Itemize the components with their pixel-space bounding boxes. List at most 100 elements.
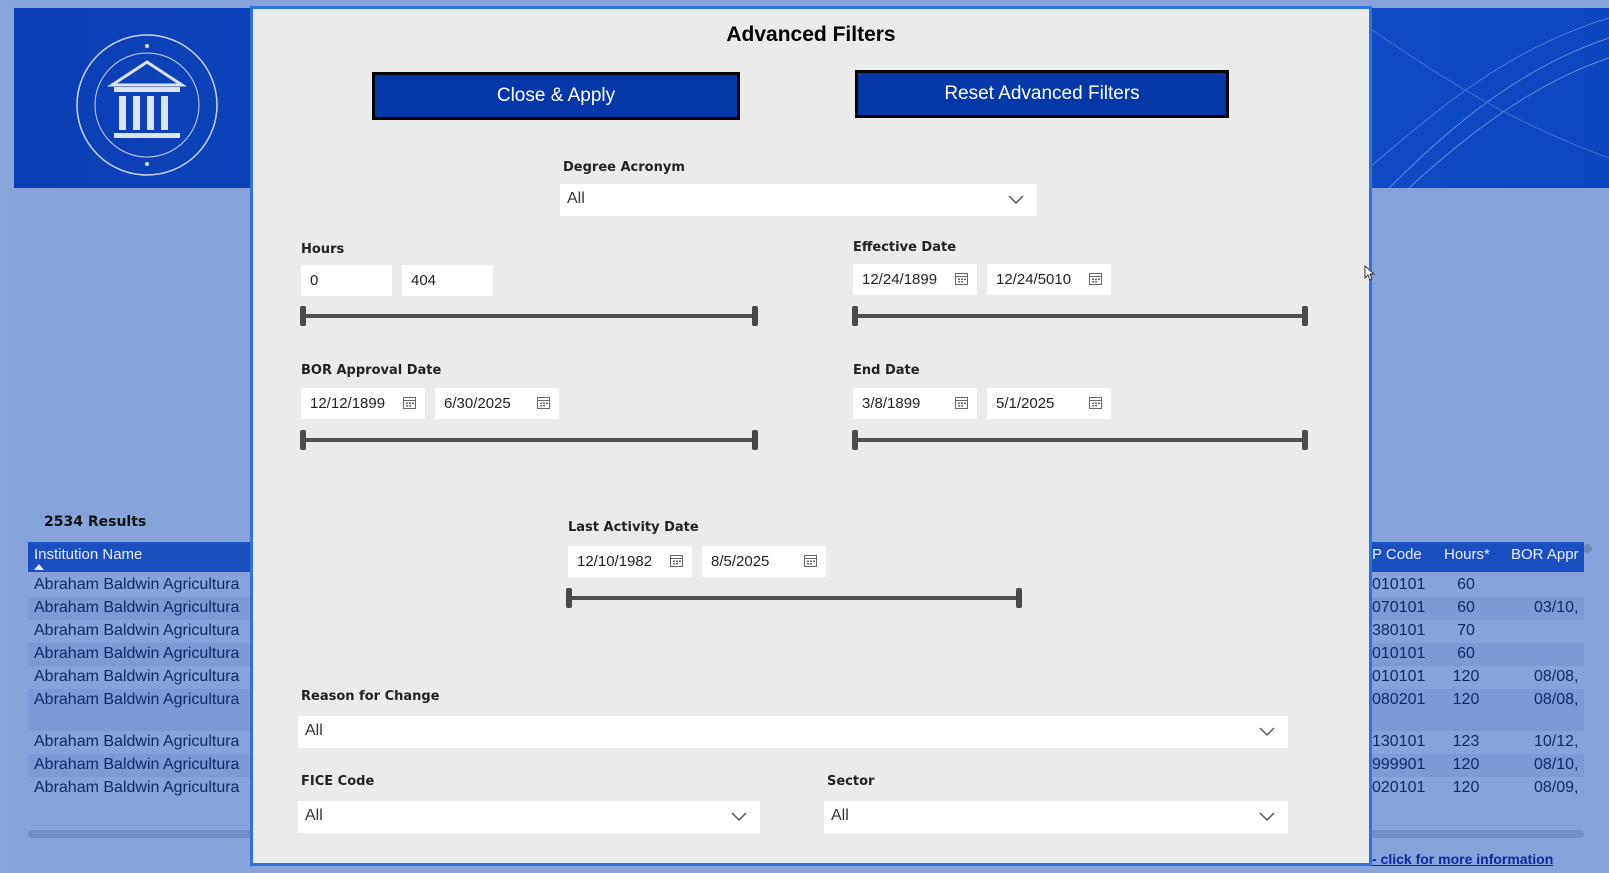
cell-institution: Abraham Baldwin Agricultura [34, 779, 240, 796]
end-date-label: End Date [853, 363, 920, 378]
hours-max-input[interactable]: 404 [402, 265, 493, 296]
end-date-end-input[interactable]: 5/1/2025 [987, 388, 1111, 419]
fice-code-label: FICE Code [301, 774, 375, 789]
banner-decoration [1369, 17, 1609, 188]
last-activity-end-input[interactable]: 8/5/2025 [702, 546, 826, 577]
cell-cip: 010101 [1372, 576, 1426, 593]
cell-institution: Abraham Baldwin Agricultura [34, 622, 240, 639]
cell-hours: 60 [1457, 599, 1475, 616]
slider-min-handle[interactable] [300, 306, 306, 326]
end-date-start-input[interactable]: 3/8/1899 [853, 388, 977, 419]
column-header-bor[interactable]: BOR Appr [1511, 546, 1579, 563]
cell-institution: Abraham Baldwin Agricultura [34, 668, 240, 685]
calendar-icon[interactable] [955, 396, 968, 409]
last-activity-start-input[interactable]: 12/10/1982 [568, 546, 692, 577]
bor-approval-end-input[interactable]: 6/30/2025 [435, 388, 559, 419]
advanced-filters-dialog: Advanced Filters Close & Apply Reset Adv… [250, 6, 1372, 866]
seal-logo-icon [76, 34, 218, 176]
more-info-link[interactable]: - click for more information [1372, 851, 1553, 867]
cell-cip: 020101 [1372, 779, 1426, 796]
cell-hours: 70 [1457, 622, 1475, 639]
date-value: 12/24/1899 [862, 271, 938, 288]
chevron-down-icon [1259, 812, 1275, 822]
cell-cip: 380101 [1372, 622, 1426, 639]
calendar-icon[interactable] [403, 396, 416, 409]
calendar-icon[interactable] [955, 272, 968, 285]
slider-max-handle[interactable] [752, 430, 758, 450]
cell-institution: Abraham Baldwin Agricultura [34, 691, 240, 708]
cell-bor: 10/12, [1534, 733, 1579, 750]
cell-hours: 120 [1452, 779, 1480, 796]
cell-hours: 120 [1452, 668, 1480, 685]
effective-date-range-slider[interactable] [852, 306, 1308, 326]
calendar-icon[interactable] [1089, 272, 1102, 285]
cell-hours: 120 [1452, 756, 1480, 773]
chevron-down-icon [1259, 727, 1275, 737]
end-date-range-slider[interactable] [852, 430, 1308, 450]
column-header-cip[interactable]: P Code [1372, 546, 1422, 563]
chevron-down-icon [731, 812, 747, 822]
cell-institution: Abraham Baldwin Agricultura [34, 645, 240, 662]
sort-ascending-icon [34, 564, 44, 570]
effective-date-end-input[interactable]: 12/24/5010 [987, 264, 1111, 295]
slider-max-handle[interactable] [1302, 430, 1308, 450]
calendar-icon[interactable] [537, 396, 550, 409]
slider-track [567, 596, 1021, 600]
sector-dropdown[interactable]: All [824, 801, 1288, 833]
results-count: 2534 Results [44, 514, 147, 530]
cell-hours: 120 [1452, 691, 1480, 708]
slider-min-handle[interactable] [566, 588, 572, 608]
slider-min-handle[interactable] [852, 306, 858, 326]
sector-label: Sector [827, 774, 875, 789]
calendar-icon[interactable] [804, 554, 817, 567]
last-activity-range-slider[interactable] [566, 588, 1022, 608]
dropdown-value: All [305, 807, 323, 824]
cell-institution: Abraham Baldwin Agricultura [34, 756, 240, 773]
slider-min-handle[interactable] [300, 430, 306, 450]
cell-institution: Abraham Baldwin Agricultura [34, 576, 240, 593]
cell-bor: 08/10, [1534, 756, 1579, 773]
hours-min-value: 0 [310, 272, 319, 289]
cell-institution: Abraham Baldwin Agricultura [34, 733, 240, 750]
hours-min-input[interactable]: 0 [301, 265, 392, 296]
slider-track [853, 314, 1307, 318]
degree-acronym-label: Degree Acronym [563, 160, 685, 175]
slider-max-handle[interactable] [752, 306, 758, 326]
hours-range-slider[interactable] [300, 306, 758, 326]
slider-track [853, 438, 1307, 442]
cell-hours: 123 [1452, 733, 1480, 750]
cell-hours: 60 [1457, 645, 1475, 662]
date-value: 6/30/2025 [444, 395, 511, 412]
calendar-icon[interactable] [1089, 396, 1102, 409]
dropdown-value: All [567, 190, 585, 207]
chevron-down-icon [1008, 195, 1024, 205]
close-apply-button[interactable]: Close & Apply [372, 72, 740, 120]
reason-for-change-dropdown[interactable]: All [298, 716, 1288, 748]
bor-approval-start-input[interactable]: 12/12/1899 [301, 388, 425, 419]
cell-cip: 999901 [1372, 756, 1426, 773]
dropdown-value: All [305, 722, 323, 739]
calendar-icon[interactable] [670, 554, 683, 567]
column-header-institution[interactable]: Institution Name [34, 546, 142, 563]
hours-max-value: 404 [411, 272, 437, 289]
effective-date-start-input[interactable]: 12/24/1899 [853, 264, 977, 295]
column-header-hours[interactable]: Hours* [1444, 546, 1490, 563]
date-value: 12/12/1899 [310, 395, 386, 412]
fice-code-dropdown[interactable]: All [298, 801, 760, 833]
bor-approval-date-label: BOR Approval Date [301, 363, 442, 378]
date-value: 5/1/2025 [996, 395, 1055, 412]
cell-bor: 08/09, [1534, 779, 1579, 796]
hours-label: Hours [301, 242, 345, 257]
slider-max-handle[interactable] [1302, 306, 1308, 326]
reset-filters-button[interactable]: Reset Advanced Filters [855, 70, 1229, 118]
cell-institution: Abraham Baldwin Agricultura [34, 599, 240, 616]
cell-cip: 080201 [1372, 691, 1426, 708]
scroll-indicator[interactable] [1583, 544, 1592, 553]
reason-for-change-label: Reason for Change [301, 689, 440, 704]
cursor-icon [1364, 265, 1376, 281]
slider-max-handle[interactable] [1016, 588, 1022, 608]
degree-acronym-dropdown[interactable]: All [560, 184, 1037, 216]
effective-date-label: Effective Date [853, 240, 957, 255]
bor-approval-range-slider[interactable] [300, 430, 758, 450]
slider-min-handle[interactable] [852, 430, 858, 450]
